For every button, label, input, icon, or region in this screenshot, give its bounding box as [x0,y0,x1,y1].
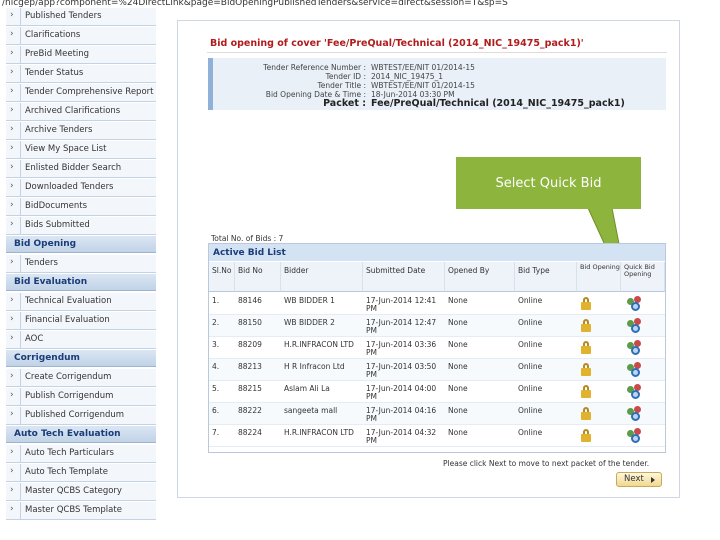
cell-opened-by: None [448,362,468,371]
cell-bid-no: 88224 [238,428,262,437]
cell-bid-no: 88209 [238,340,262,349]
lock-icon[interactable] [581,319,591,332]
table-row: 2. 88150 WB BIDDER 2 17-Jun-2014 12:47 PM No… [209,315,665,337]
table-row: 4. 88213 H R Infracon Ltd 17-Jun-2014 03:50… [209,359,665,381]
cell-sl: 4. [212,362,220,371]
cell-date: 17-Jun-2014 04:32 PM [366,428,437,445]
active-bid-list-header: Active Bid List [209,244,665,261]
cell-date: 17-Jun-2014 03:50 PM [366,362,437,379]
cell-date: 17-Jun-2014 03:36 PM [366,340,437,357]
col-bid-opening: Bid Opening [577,262,621,292]
cell-date: 17-Jun-2014 04:00 PM [366,384,437,401]
lock-icon[interactable] [581,407,591,420]
col-quick-bid-opening: Quick Bid Opening [621,262,665,292]
cell-type: Online [518,362,543,371]
total-bids: Total No. of Bids : 7 [211,234,284,243]
cell-type: Online [518,318,543,327]
cell-sl: 3. [212,340,220,349]
col-submitted-date: Submitted Date [363,262,445,292]
table-row: 7. 88224 H.R.INFRACON LTD 17-Jun-2014 04:32… [209,425,665,447]
cell-date: 17-Jun-2014 12:41 PM [366,296,437,313]
cell-bidder: Aslam Ali La [284,384,330,393]
cell-date: 17-Jun-2014 04:16 PM [366,406,437,423]
cell-bid-no: 88222 [238,406,262,415]
cell-opened-by: None [448,340,468,349]
cell-type: Online [518,340,543,349]
next-arrow-icon [651,477,655,483]
col-slno: Sl.No [209,262,235,292]
quick-bid-open-icon[interactable] [627,340,643,356]
next-button-label: Next [624,474,644,484]
active-bid-list: Active Bid List Sl.No Bid No Bidder Subm… [208,243,666,453]
lock-icon[interactable] [581,385,591,398]
cell-type: Online [518,296,543,305]
lock-icon[interactable] [581,297,591,310]
lock-icon[interactable] [581,363,591,376]
table-row: 3. 88209 H.R.INFRACON LTD 17-Jun-2014 03:36… [209,337,665,359]
select-quick-bid-callout: Select Quick Bid [456,157,641,209]
cell-sl: 5. [212,384,220,393]
quick-bid-open-icon[interactable] [627,362,643,378]
table-row: 1. 88146 WB BIDDER 1 17-Jun-2014 12:41 PM No… [209,293,665,315]
cell-type: Online [518,428,543,437]
next-button[interactable]: Next [616,472,662,487]
cell-bid-no: 88215 [238,384,262,393]
cell-bidder: WB BIDDER 2 [284,318,335,327]
cell-bidder: H R Infracon Ltd [284,362,345,371]
quick-bid-open-icon[interactable] [627,406,643,422]
cell-sl: 7. [212,428,220,437]
col-bidder: Bidder [281,262,363,292]
cell-bidder: WB BIDDER 1 [284,296,335,305]
cell-opened-by: None [448,428,468,437]
cell-bidder: H.R.INFRACON LTD [284,340,354,349]
cell-opened-by: None [448,384,468,393]
cell-bid-no: 88213 [238,362,262,371]
lock-icon[interactable] [581,341,591,354]
cell-opened-by: None [448,296,468,305]
cell-sl: 6. [212,406,220,415]
cell-opened-by: None [448,406,468,415]
table-row: 6. 88222 sangeeta mall 17-Jun-2014 04:16 PM… [209,403,665,425]
col-bid-type: Bid Type [515,262,577,292]
cell-bid-no: 88150 [238,318,262,327]
cell-bidder: sangeeta mall [284,406,338,415]
col-opened-by: Opened By [445,262,515,292]
bid-rows: 1. 88146 WB BIDDER 1 17-Jun-2014 12:41 PM No… [209,293,665,453]
quick-bid-open-icon[interactable] [627,318,643,334]
cell-bid-no: 88146 [238,296,262,305]
cell-opened-by: None [448,318,468,327]
cell-type: Online [518,406,543,415]
quick-bid-open-icon[interactable] [627,384,643,400]
quick-bid-open-icon[interactable] [627,428,643,444]
col-bid-no: Bid No [235,262,281,292]
next-packet-note: Please click Next to move to next packet… [443,459,650,468]
cell-type: Online [518,384,543,393]
cell-bidder: H.R.INFRACON LTD [284,428,354,437]
cell-sl: 1. [212,296,220,305]
quick-bid-open-icon[interactable] [627,296,643,312]
table-row: 5. 88215 Aslam Ali La 17-Jun-2014 04:00 PM N… [209,381,665,403]
cell-date: 17-Jun-2014 12:47 PM [366,318,437,335]
lock-icon[interactable] [581,429,591,442]
cell-sl: 2. [212,318,220,327]
